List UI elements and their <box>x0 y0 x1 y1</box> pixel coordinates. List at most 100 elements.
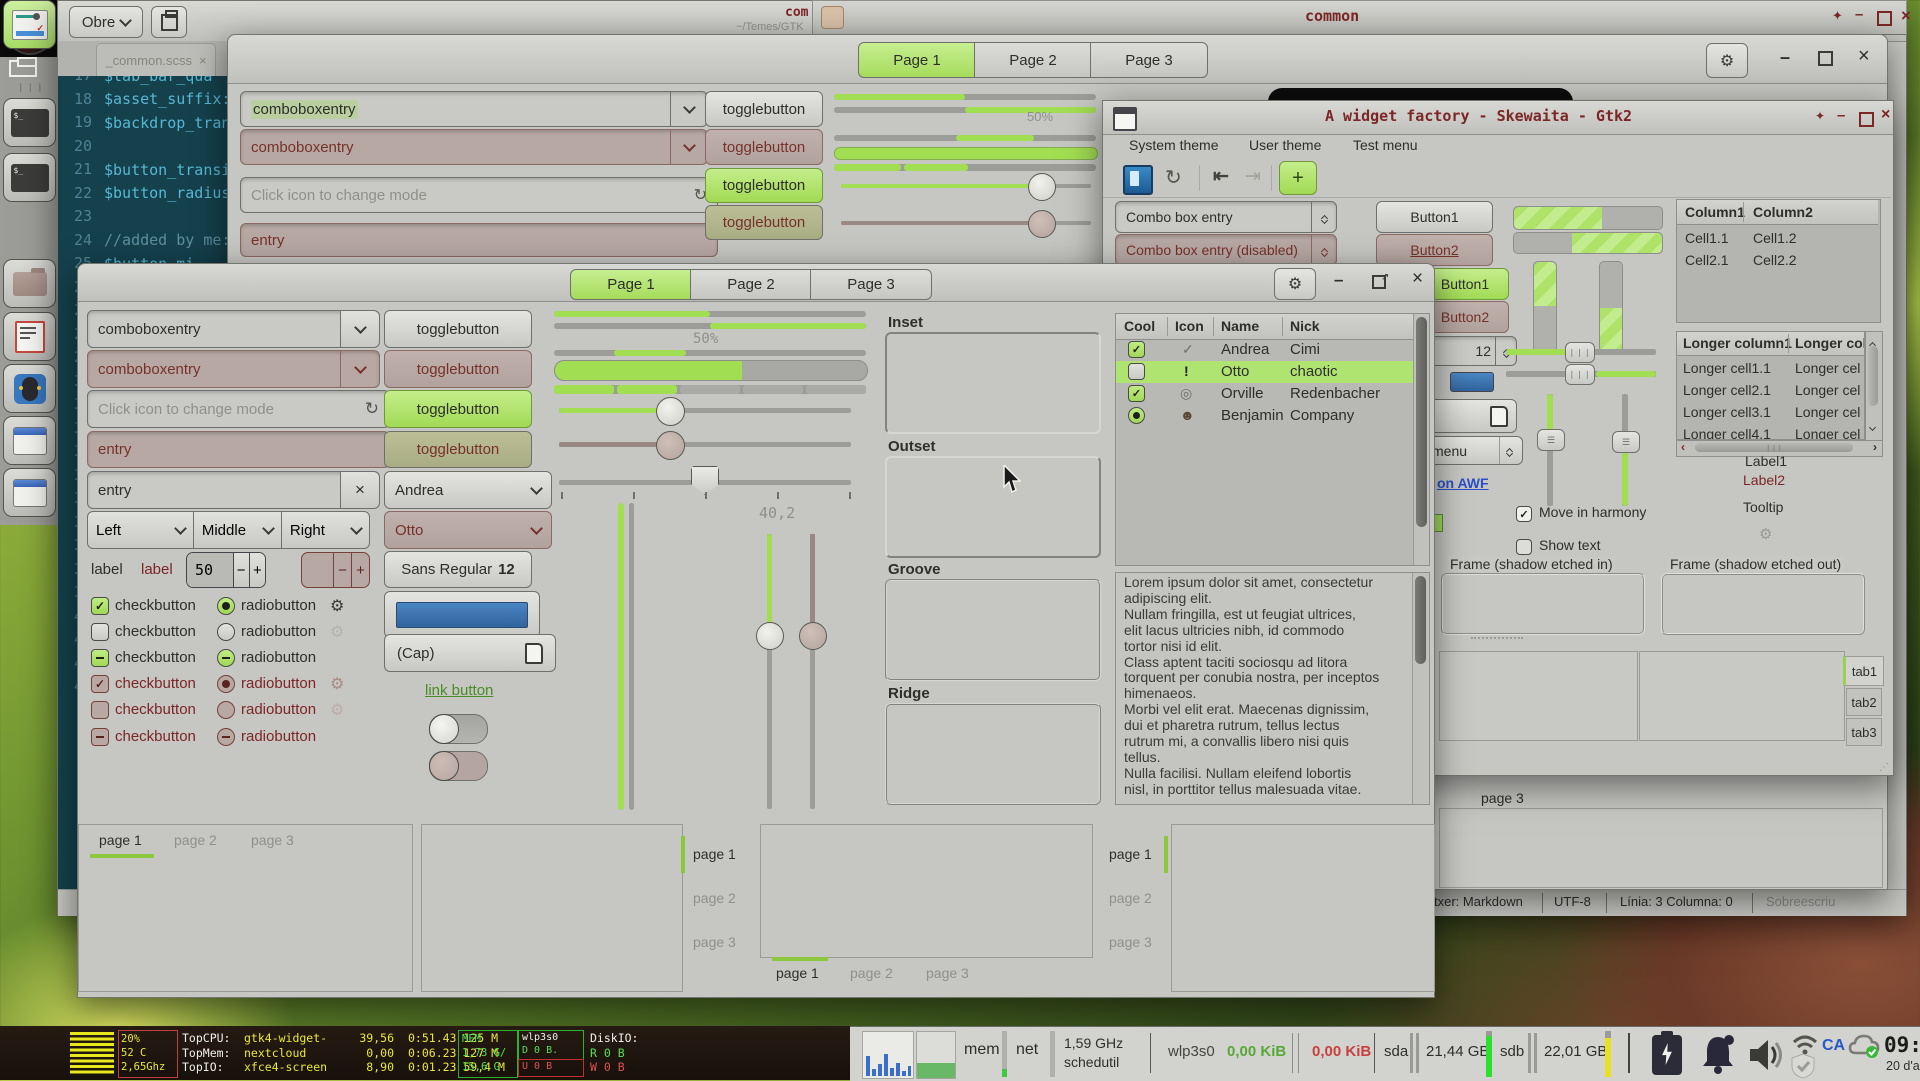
gtk2-vscale-2-handle[interactable]: ☰ <box>1612 431 1640 453</box>
dock-item-window-app-1[interactable] <box>3 416 56 465</box>
gtk4-icon-entry[interactable]: Click icon to change mode ↻ <box>240 177 718 213</box>
gtk2-sparkle-button[interactable]: ✦ <box>1815 109 1825 123</box>
col-header[interactable]: Longer col <box>1795 335 1865 351</box>
tree-row-1[interactable]: ✓ ✓ Andrea Cimi <box>1116 339 1413 361</box>
scroll-right-icon[interactable]: › <box>1873 440 1877 454</box>
vscroll-thumb[interactable] <box>1415 576 1426 664</box>
nb3-tab-page1[interactable]: page 1 <box>776 965 819 981</box>
nb4-tab-page2[interactable]: page 2 <box>1109 890 1152 906</box>
radiobutton-3-indeterminate[interactable] <box>217 649 235 667</box>
keyboard-layout[interactable]: CA <box>1822 1037 1845 1055</box>
refresh-icon[interactable]: ↻ <box>365 399 379 419</box>
col-header-icon[interactable]: Icon <box>1175 318 1204 334</box>
clear-icon-button[interactable]: × <box>340 472 379 508</box>
gtk2-color-button[interactable] <box>1450 372 1494 392</box>
gtk4-tab-page2[interactable]: Page 2 <box>974 42 1092 78</box>
checkbutton-1[interactable]: ✓ <box>91 597 109 615</box>
combo-dropdown[interactable] <box>670 92 707 126</box>
cpu-governor-label[interactable]: schedutil <box>1064 1054 1119 1070</box>
vscroll-thumb[interactable] <box>1868 346 1878 406</box>
close-tab-icon[interactable]: × <box>199 53 207 68</box>
hscroll-thumb[interactable]: ❘❘❘ <box>1695 443 1853 452</box>
skip-back-icon[interactable]: ⇤ <box>1213 165 1229 188</box>
dock-grip[interactable]: ❘❘❘ <box>17 82 46 93</box>
gtk2-vscale-1-handle[interactable]: ☰ <box>1537 429 1565 451</box>
nb2-tab-page3[interactable]: page 3 <box>693 934 736 950</box>
menu-user-theme[interactable]: User theme <box>1249 137 1321 153</box>
iface-label[interactable]: wlp3s0 <box>1168 1043 1215 1060</box>
dock-item-window-app-2[interactable] <box>3 468 56 517</box>
nb2-tab-page2[interactable]: page 2 <box>693 890 736 906</box>
disk-sdb-label[interactable]: sdb <box>1500 1043 1524 1060</box>
gtk3-entry-clear[interactable]: entry × <box>87 471 380 509</box>
refresh-icon[interactable]: ↻ <box>1165 165 1182 190</box>
cloud-sync-icon[interactable] <box>1848 1033 1880 1059</box>
radiobutton-1-label[interactable]: radiobutton <box>241 597 316 614</box>
combo-dropdown[interactable] <box>340 311 379 347</box>
wifi-icon[interactable] <box>1792 1035 1818 1055</box>
gtk4-togglebutton-1[interactable]: togglebutton <box>705 91 823 127</box>
gtk4-notebook-tab-page3[interactable]: page 3 <box>1481 790 1524 806</box>
gtk4-close-button[interactable]: × <box>1858 45 1870 68</box>
gtk2-titlebar[interactable]: A widget factory - Skewaita - Gtk2 ✦ – × <box>1103 101 1893 135</box>
cpu-freq-label[interactable]: 1,59 GHz <box>1064 1035 1123 1051</box>
combo-middle[interactable]: Middle <box>193 512 281 548</box>
net-plugin-label[interactable]: net <box>1016 1041 1038 1059</box>
gtk2-button1[interactable]: Button1 <box>1376 201 1493 233</box>
cpu-history-graph[interactable] <box>862 1031 914 1079</box>
nb2-tab-page1[interactable]: page 1 <box>693 846 736 862</box>
minimize-button[interactable]: – <box>1855 6 1863 23</box>
gtk2-close-button[interactable]: × <box>1881 106 1890 124</box>
gtk2-table1[interactable]: Column1 Column2 Cell1.1 Cell1.2 Cell2.1 … <box>1676 199 1881 323</box>
tree-vscrollbar[interactable] <box>1413 314 1430 565</box>
gtk3-tab-page1[interactable]: Page 1 <box>570 269 692 300</box>
gtk2-side-tab1[interactable]: tab1 <box>1843 656 1884 686</box>
radiobutton-3-label[interactable]: radiobutton <box>241 649 316 666</box>
spin-value[interactable]: 50 <box>187 553 233 587</box>
gtk2-hscale-2-handle[interactable]: ❘❘❘ <box>1565 364 1595 385</box>
gtk3-spinbutton[interactable]: 50 − + <box>186 552 266 588</box>
disk-sda-label[interactable]: sda <box>1384 1043 1408 1060</box>
gtk3-vscale-1[interactable] <box>767 534 772 809</box>
net-history-graph[interactable] <box>916 1031 956 1079</box>
gtk2-file-button[interactable] <box>1421 399 1517 433</box>
maximize-button[interactable] <box>1877 11 1892 31</box>
gtk4-maximize-button[interactable] <box>1818 51 1833 71</box>
gtk3-close-button[interactable]: × <box>1412 268 1423 290</box>
gtk3-color-button[interactable] <box>384 591 540 638</box>
gtk4-minimize-button[interactable]: – <box>1780 47 1790 68</box>
tree-row-3[interactable]: ✓ ◎ Orville Redenbacher <box>1116 383 1413 405</box>
gtk3-textview[interactable]: Lorem ipsum dolor sit amet, consectetur … <box>1115 572 1430 805</box>
gtk2-table2-vscrollbar[interactable] <box>1865 331 1883 442</box>
dock-item-terminal-2[interactable]: $_ <box>3 153 56 202</box>
gtk3-togglebutton-1[interactable]: togglebutton <box>384 310 532 348</box>
gtk3-gear-button[interactable]: ⚙ <box>1274 268 1316 300</box>
document-tab[interactable]: _common.scss × <box>96 43 216 77</box>
combo-right[interactable]: Right <box>281 512 369 548</box>
nb4-tab-page1[interactable]: page 1 <box>1109 846 1152 862</box>
gtk3-scale-marks-handle[interactable] <box>691 466 719 495</box>
mem-plugin-label[interactable]: mem <box>964 1041 1000 1059</box>
sparkle-button[interactable]: ✦ <box>1832 8 1843 24</box>
gtk4-tab-page3[interactable]: Page 3 <box>1090 42 1208 78</box>
gtk3-switch-off[interactable] <box>429 714 488 744</box>
gtk3-comboboxentry[interactable]: comboboxentry <box>87 310 380 348</box>
dock-item-widget-settings[interactable]: ✓ <box>3 0 56 49</box>
date[interactable]: 20 d'abr. <box>1886 1059 1920 1073</box>
col-header-nick[interactable]: Nick <box>1290 318 1320 334</box>
gtk2-table2[interactable]: Longer column1 Longer col Longer cell1.1… <box>1676 331 1865 440</box>
gtk3-link-button[interactable]: link button <box>425 682 493 699</box>
gtk3-scale-1-handle[interactable] <box>656 397 685 426</box>
nb3-tab-page3[interactable]: page 3 <box>926 965 969 981</box>
gtk4-tab-page1[interactable]: Page 1 <box>858 42 976 78</box>
vscroll-thumb[interactable] <box>1416 317 1427 527</box>
gtk2-spinbutton[interactable]: 12 <box>1421 336 1517 366</box>
checkbutton-2-label[interactable]: checkbutton <box>115 623 196 640</box>
gtk3-combo-andrea[interactable]: Andrea <box>384 471 552 509</box>
col-header-name[interactable]: Name <box>1221 318 1259 334</box>
gear-icon[interactable]: ⚙ <box>330 596 344 616</box>
checkbutton-3-label[interactable]: checkbutton <box>115 649 196 666</box>
dock-item-terminal-1[interactable]: $_ <box>3 98 56 147</box>
gtk4-comboboxentry[interactable]: comboboxentry <box>240 91 708 127</box>
radiobutton-1[interactable] <box>217 597 235 615</box>
